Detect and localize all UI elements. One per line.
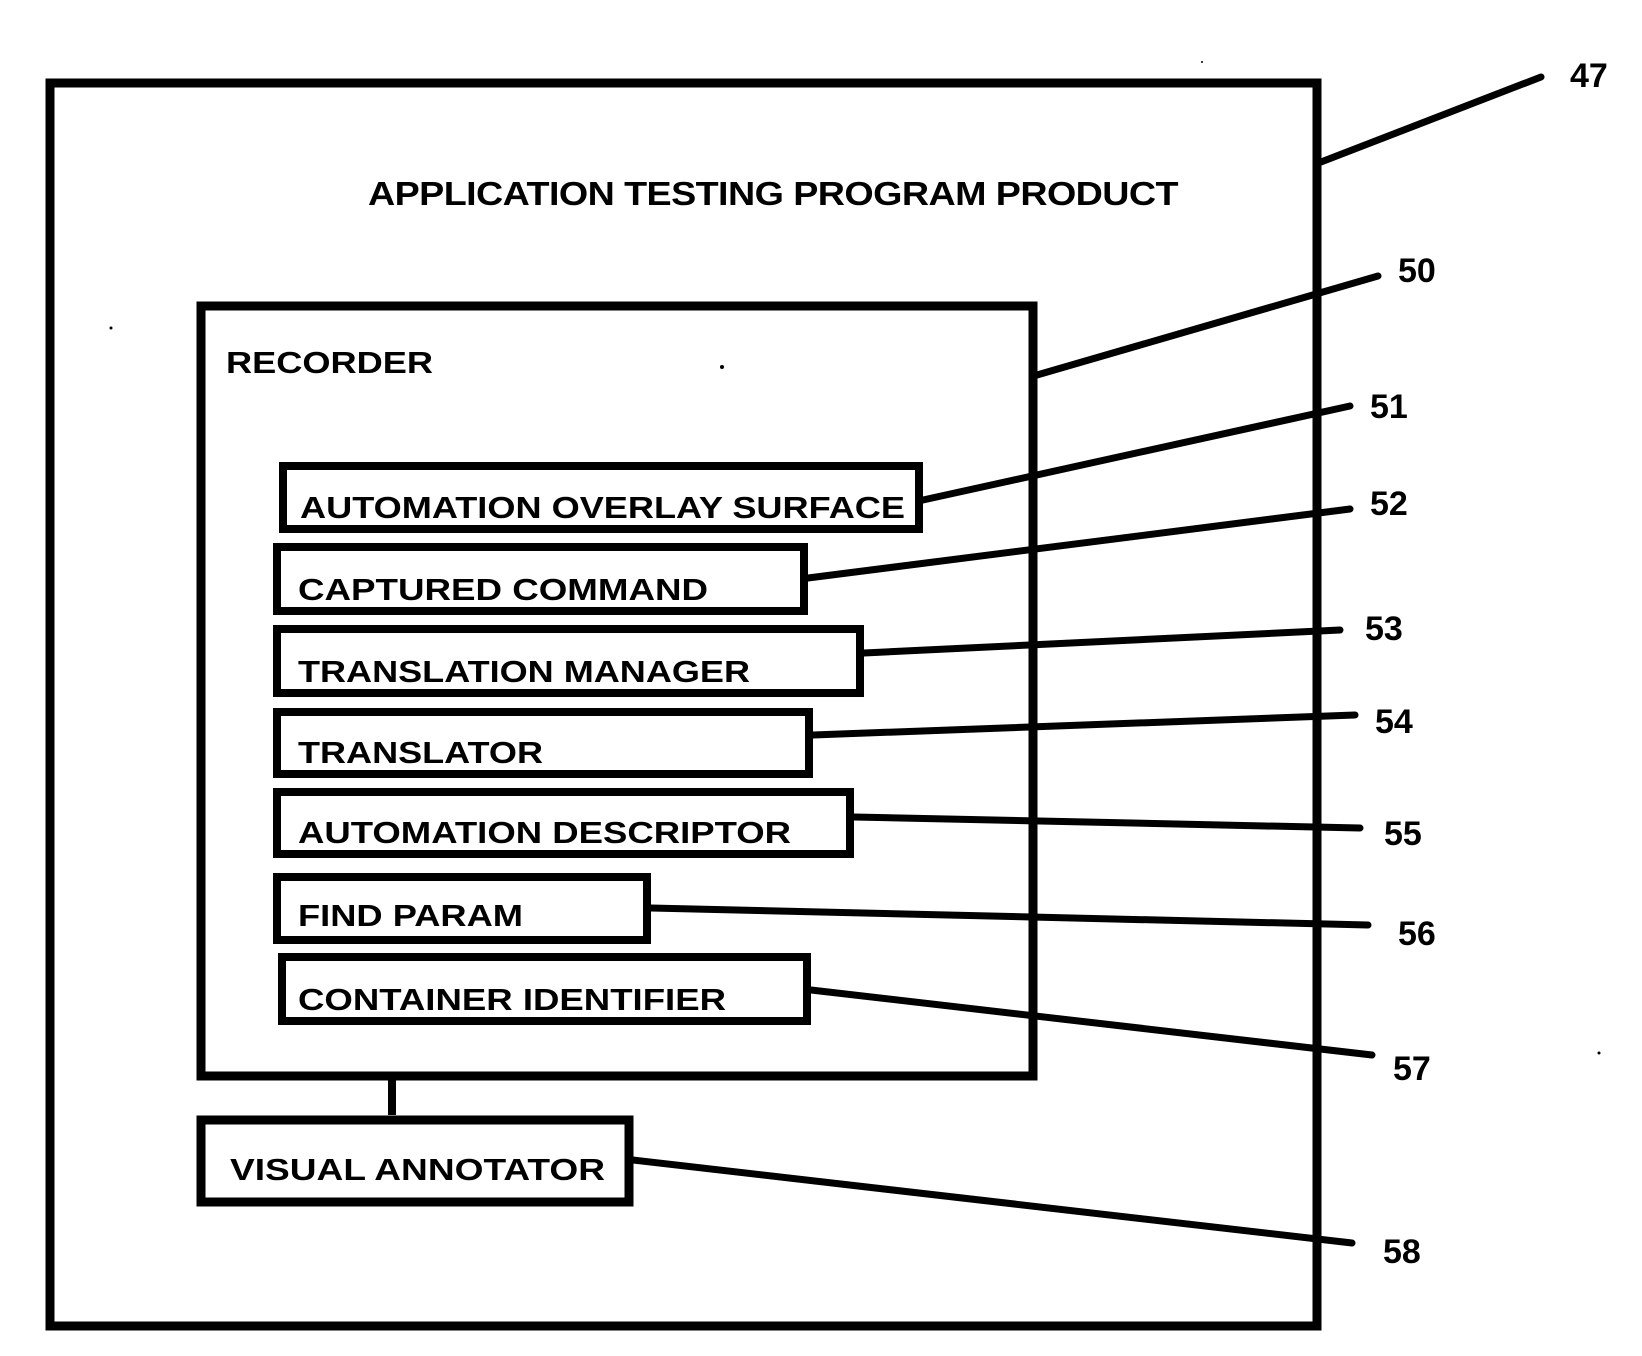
ref-label-58: 58 [1383, 1233, 1421, 1271]
component-automation-overlay-surface: AUTOMATION OVERLAY SURFACE [279, 462, 923, 533]
component-captured-command: CAPTURED COMMAND [273, 543, 808, 615]
ref-label-57: 57 [1393, 1050, 1431, 1088]
component-label: TRANSLATION MANAGER [298, 654, 750, 689]
leader-54 [809, 711, 1359, 739]
ref-label-56: 56 [1398, 915, 1436, 953]
ref-label-54: 54 [1375, 703, 1413, 741]
ref-label-51: 51 [1370, 388, 1408, 426]
speckle [109, 326, 113, 330]
ref-label-55: 55 [1384, 815, 1422, 853]
speckle [720, 365, 724, 369]
component-label: CAPTURED COMMAND [298, 572, 708, 607]
component-label: FIND PARAM [298, 898, 523, 933]
leader-57 [807, 986, 1376, 1059]
leader-47 [1317, 73, 1545, 166]
leader-53 [860, 626, 1344, 657]
ref-label-47: 47 [1570, 57, 1608, 95]
leader-51 [919, 402, 1354, 504]
leader-50 [1033, 272, 1382, 379]
leader-55 [850, 813, 1364, 832]
leader-58 [629, 1156, 1356, 1247]
component-translation-manager: TRANSLATION MANAGER [273, 625, 864, 697]
application-testing-program-product-box [45, 78, 1322, 1331]
speckle [1597, 1051, 1601, 1055]
component-label: AUTOMATION OVERLAY SURFACE [300, 490, 905, 525]
component-container-identifier: CONTAINER IDENTIFIER [278, 953, 811, 1025]
component-find-param: FIND PARAM [273, 873, 651, 944]
ref-label-53: 53 [1365, 610, 1403, 648]
component-label: CONTAINER IDENTIFIER [298, 982, 726, 1017]
leader-56 [647, 904, 1372, 929]
block-diagram: APPLICATION TESTING PROGRAM PRODUCT 47 R… [45, 57, 1608, 1331]
component-visual-annotator: VISUAL ANNOTATOR [196, 1115, 634, 1207]
speckle [1201, 61, 1203, 63]
component-label: VISUAL ANNOTATOR [230, 1152, 605, 1187]
component-translator: TRANSLATOR [273, 708, 813, 778]
recorder-title: RECORDER [226, 345, 433, 380]
component-automation-descriptor: AUTOMATION DESCRIPTOR [273, 788, 854, 858]
ref-label-50: 50 [1398, 252, 1436, 290]
component-label: TRANSLATOR [298, 735, 543, 770]
product-title: APPLICATION TESTING PROGRAM PRODUCT [368, 175, 1178, 212]
component-label: AUTOMATION DESCRIPTOR [298, 815, 791, 850]
ref-label-52: 52 [1370, 485, 1408, 523]
